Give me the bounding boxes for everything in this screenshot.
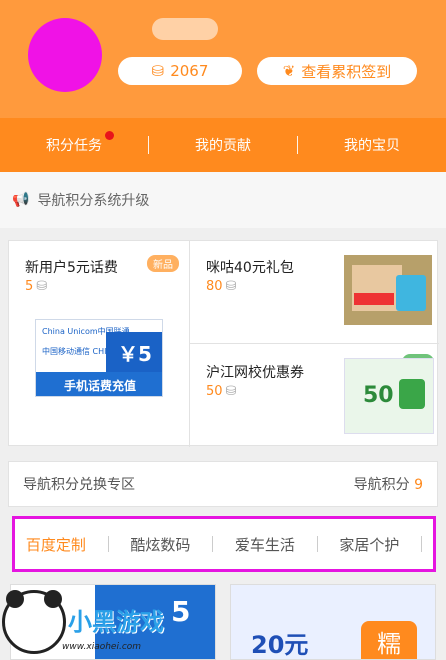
reward-points: 50 ⛁ xyxy=(206,384,236,399)
username-pill[interactable] xyxy=(152,18,218,40)
coin-stack-icon: ⛁ xyxy=(225,384,237,399)
reward-title: 新用户5元话费 xyxy=(25,260,118,276)
view-sign-in-button[interactable]: ❦ 查看累积签到 xyxy=(257,57,417,85)
tab-my-treasures[interactable]: 我的宝贝 xyxy=(298,135,446,155)
panda-ear xyxy=(44,590,62,608)
points-value: 5 xyxy=(25,279,34,294)
exchange-points: 导航积分 9 xyxy=(354,474,423,494)
coin-stack-icon: ⛁ xyxy=(36,279,48,294)
coins-value: 2067 xyxy=(170,62,209,80)
leaf-icon xyxy=(399,379,425,409)
divider xyxy=(421,536,423,552)
coin-stack-icon: ⛁ xyxy=(225,279,237,294)
gift-button-shape xyxy=(354,293,394,305)
phone-credit-card-image: China Unicom中国联通 中国移动通信 CHINA MOBILE ￥5 … xyxy=(35,319,163,397)
tab-my-contribution[interactable]: 我的贡献 xyxy=(149,135,297,155)
category-home-care[interactable]: 家居个护 xyxy=(339,534,399,555)
category-digital[interactable]: 酷炫数码 xyxy=(130,534,190,555)
tab-points-tasks[interactable]: 积分任务 xyxy=(0,131,148,155)
footprint-icon: ❦ xyxy=(282,62,296,80)
divider xyxy=(107,536,109,552)
reward-title: 咪咕40元礼包 xyxy=(206,260,294,276)
exchange-zone-header[interactable]: 导航积分兑换专区 导航积分 9 xyxy=(8,461,438,507)
notice-text: 导航积分系统升级 xyxy=(37,193,150,209)
app-icon: 糯 xyxy=(361,621,417,659)
view-sign-in-label: 查看累积签到 xyxy=(301,62,392,81)
product-card[interactable]: 20元 糯 xyxy=(230,584,436,660)
watermark-title: 小黑游戏 xyxy=(68,608,164,636)
points-value: 50 xyxy=(206,384,223,399)
points-label: 导航积分 xyxy=(353,477,410,493)
reward-card-migu[interactable]: 咪咕40元礼包 80 ⛁ xyxy=(190,241,439,344)
coins-pill[interactable]: ⛁ 2067 xyxy=(118,57,242,85)
avatar[interactable] xyxy=(28,18,102,92)
watermark: 小黑游戏 www.xiaohei.com xyxy=(0,590,200,660)
card-caption: 手机话费充值 xyxy=(63,378,136,393)
migu-gift-image xyxy=(344,255,432,325)
tab-label: 我的贡献 xyxy=(195,138,251,154)
profile-header: ⛁ 2067 ❦ 查看累积签到 xyxy=(0,0,446,118)
notification-dot xyxy=(105,131,114,140)
points-value: 9 xyxy=(414,477,423,493)
panda-ear xyxy=(6,590,24,608)
category-tabs: 百度定制 酷炫数码 爱车生活 家居个护 xyxy=(12,516,436,572)
reward-card-phone-credit[interactable]: 新用户5元话费 新品 5 ⛁ China Unicom中国联通 中国移动通信 C… xyxy=(9,241,190,447)
reward-card-hujiang[interactable]: 沪江网校优惠券 推荐 50 ⛁ 50 xyxy=(190,344,439,447)
coupon-number: 50 xyxy=(363,383,394,408)
new-badge: 新品 xyxy=(147,255,179,272)
tab-label: 我的宝贝 xyxy=(344,138,400,154)
reward-grid: 新用户5元话费 新品 5 ⛁ China Unicom中国联通 中国移动通信 C… xyxy=(8,240,439,447)
category-baidu-custom[interactable]: 百度定制 xyxy=(26,534,86,555)
tab-label: 积分任务 xyxy=(46,138,102,154)
reward-points: 80 ⛁ xyxy=(206,279,236,294)
tab-bar: 积分任务 我的贡献 我的宝贝 xyxy=(0,118,446,172)
reward-title: 沪江网校优惠券 xyxy=(206,365,304,381)
notice-bar[interactable]: 📢 导航积分系统升级 xyxy=(0,172,446,228)
coins-icon: ⛁ xyxy=(151,62,165,80)
book-icon xyxy=(396,275,426,311)
points-value: 80 xyxy=(206,279,223,294)
product-amount: 20元 xyxy=(251,631,309,659)
reward-points: 5 ⛁ xyxy=(25,279,47,294)
card-price: ￥5 xyxy=(106,332,162,372)
hujiang-coupon-image: 50 xyxy=(344,358,434,434)
exchange-title: 导航积分兑换专区 xyxy=(23,477,135,493)
divider xyxy=(316,536,318,552)
category-car-life[interactable]: 爱车生活 xyxy=(235,534,295,555)
megaphone-icon: 📢 xyxy=(12,192,30,208)
divider xyxy=(212,536,214,552)
watermark-url: www.xiaohei.com xyxy=(62,642,142,652)
